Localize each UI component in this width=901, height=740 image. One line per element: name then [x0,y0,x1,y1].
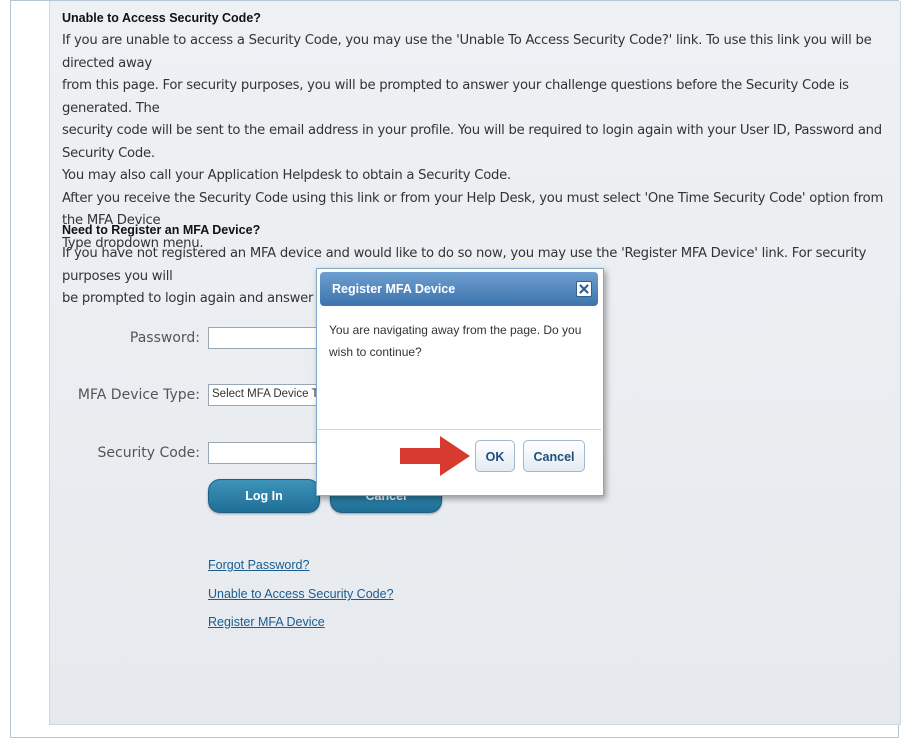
help-line: If you are unable to access a Security C… [62,33,872,71]
mfa-device-type-label: MFA Device Type: [77,387,200,403]
register-help-title: Need to Register an MFA Device? [62,223,261,237]
dialog-title: Register MFA Device [332,282,456,296]
red-arrow-icon [400,436,470,476]
security-code-help-title: Unable to Access Security Code? [62,11,261,25]
help-line: security code will be sent to the email … [62,123,882,161]
dialog-message: You are navigating away from the page. D… [329,323,582,359]
password-label: Password: [129,330,200,346]
dialog-divider [317,429,601,430]
security-code-label: Security Code: [97,445,201,461]
login-button[interactable]: Log In [208,479,320,513]
help-line: You may also call your Application Helpd… [62,168,511,183]
dialog-cancel-button[interactable]: Cancel [523,440,585,472]
close-icon[interactable] [576,281,592,297]
register-mfa-device-link[interactable]: Register MFA Device [208,615,325,629]
help-line: from this page. For security purposes, y… [62,78,849,116]
dialog-header: Register MFA Device [320,272,598,306]
forgot-password-link[interactable]: Forgot Password? [208,558,309,572]
ok-button[interactable]: OK [475,440,515,472]
security-code-help-text: If you are unable to access a Security C… [62,30,892,255]
unable-access-security-code-link[interactable]: Unable to Access Security Code? [208,587,394,601]
